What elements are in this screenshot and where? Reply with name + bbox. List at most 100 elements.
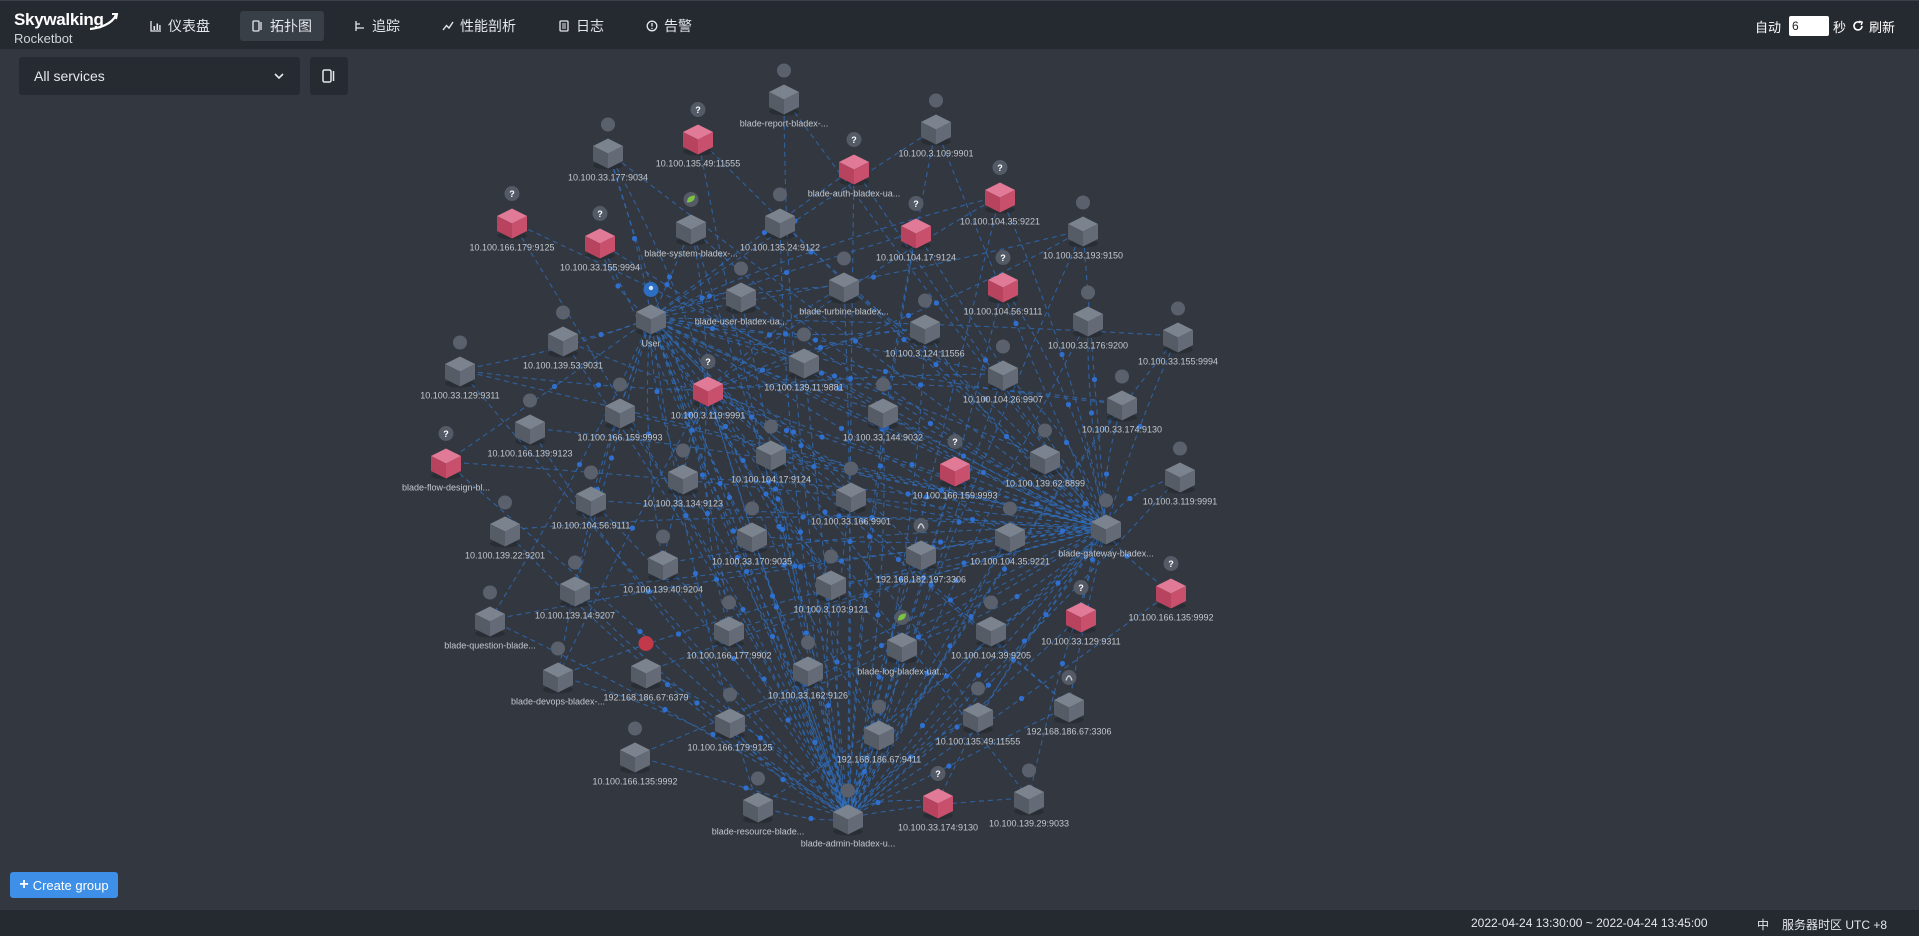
topology-node[interactable]: 10.100.166.139:9123 <box>487 393 573 459</box>
edge-call-dot[interactable] <box>790 429 797 435</box>
topology-node[interactable]: 10.100.139.29:9033 <box>989 763 1069 829</box>
topology-node[interactable]: ? 10.100.104.56:9111 <box>964 250 1043 317</box>
edge-call-dot[interactable] <box>817 344 824 351</box>
edge-call-dot[interactable] <box>722 423 729 430</box>
edge-call-dot[interactable] <box>595 382 602 388</box>
topology-edge[interactable] <box>1103 403 1123 529</box>
edge-call-dot[interactable] <box>1018 695 1025 702</box>
edge-call-dot[interactable] <box>919 722 926 729</box>
edge-call-dot[interactable] <box>699 472 706 478</box>
edge-call-dot[interactable] <box>1088 410 1095 416</box>
edge-call-dot[interactable] <box>803 630 809 636</box>
topology-node[interactable]: 10.100.33.144:9032 <box>843 377 923 443</box>
edge-call-dot[interactable] <box>776 523 782 530</box>
topology-node[interactable]: 10.100.104.56:9111 <box>552 465 631 531</box>
topology-node[interactable]: blade-admin-bladex-u... <box>801 783 896 849</box>
edge-call-dot[interactable] <box>1127 495 1133 502</box>
edge-call-dot[interactable] <box>875 612 881 618</box>
edge-call-dot[interactable] <box>1065 401 1072 408</box>
layout-toggle-button[interactable] <box>310 57 348 95</box>
edge-call-dot[interactable] <box>1091 376 1098 383</box>
time-range[interactable]: 2022-04-24 13:30:00 ~ 2022-04-24 13:45:0… <box>1471 916 1708 930</box>
edge-call-dot[interactable] <box>838 558 845 564</box>
topology-node[interactable]: 10.100.139.14:9207 <box>535 555 615 621</box>
edge-call-dot[interactable] <box>947 643 953 649</box>
edge-call-dot[interactable] <box>961 560 967 566</box>
service-select[interactable]: All services <box>19 57 300 95</box>
topology-edge[interactable] <box>707 373 1004 391</box>
edge-call-dot[interactable] <box>895 556 902 563</box>
edge-call-dot[interactable] <box>654 388 660 395</box>
edge-call-dot[interactable] <box>783 269 790 276</box>
edge-call-dot[interactable] <box>709 325 716 332</box>
edge-call-dot[interactable] <box>847 375 854 382</box>
edge-call-dot[interactable] <box>1014 593 1020 600</box>
edge-call-dot[interactable] <box>1059 351 1065 358</box>
edge-call-dot[interactable] <box>975 672 982 678</box>
topology-node[interactable]: 10.100.166.177:9902 <box>686 595 772 661</box>
edge-call-dot[interactable] <box>937 539 944 545</box>
edge-call-dot[interactable] <box>917 382 924 388</box>
edge-call-dot[interactable] <box>1063 439 1070 446</box>
topology-node[interactable]: 10.100.33.177:9034 <box>568 117 648 183</box>
edge-call-dot[interactable] <box>1034 501 1040 507</box>
topology-edge[interactable] <box>843 285 851 819</box>
topology-node[interactable]: ? 10.100.104.35:9221 <box>960 160 1040 227</box>
edge-call-dot[interactable] <box>933 361 939 368</box>
edge-call-dot[interactable] <box>551 383 558 390</box>
edge-call-dot[interactable] <box>863 592 869 599</box>
edge-call-dot[interactable] <box>761 676 767 682</box>
edge-call-dot[interactable] <box>637 628 643 635</box>
topology-node[interactable]: 10.100.139.53:9031 <box>523 305 603 371</box>
edge-call-dot[interactable] <box>905 312 912 319</box>
edge-call-dot[interactable] <box>743 568 750 575</box>
topology-node[interactable]: blade-report-bladex-... <box>740 63 829 129</box>
topology-node[interactable]: blade-system-bladex-... <box>644 192 738 259</box>
topology-node[interactable]: 10.100.3.109:9901 <box>898 93 974 159</box>
edge-call-dot[interactable] <box>1003 433 1010 440</box>
topology-node[interactable]: 10.100.166.159:9993 <box>577 377 663 443</box>
topology-node[interactable]: 192.168.186.67:6379 <box>603 636 689 703</box>
topology-node[interactable]: ? 10.100.166.179:9125 <box>469 186 555 253</box>
topology-node[interactable]: 10.100.3.124:11556 <box>885 293 965 359</box>
edge-call-dot[interactable] <box>927 420 934 427</box>
edge-call-dot[interactable] <box>946 763 952 769</box>
topology-node[interactable]: User <box>636 282 666 349</box>
topology-edge[interactable] <box>937 527 1107 803</box>
edge-call-dot[interactable] <box>870 274 877 280</box>
topology-node[interactable]: ? 10.100.135.49:11555 <box>656 102 740 169</box>
edge-call-dot[interactable] <box>629 525 636 531</box>
topology-node[interactable]: ? blade-auth-bladex-ua... <box>808 132 901 199</box>
topology-node[interactable]: 10.100.166.135:9992 <box>592 721 678 787</box>
edge-call-dot[interactable] <box>1013 320 1019 327</box>
edge-call-dot[interactable] <box>960 453 967 459</box>
edge-call-dot[interactable] <box>694 700 700 706</box>
edge-call-dot[interactable] <box>783 427 790 434</box>
edge-call-dot[interactable] <box>769 593 776 599</box>
edge-call-dot[interactable] <box>748 414 755 420</box>
edge-call-dot[interactable] <box>878 642 885 649</box>
edge-call-dot[interactable] <box>819 434 825 440</box>
edge-call-dot[interactable] <box>710 731 716 738</box>
edge-call-dot[interactable] <box>909 461 915 468</box>
edge-call-dot[interactable] <box>615 283 621 289</box>
edge-call-dot[interactable] <box>743 785 749 791</box>
edge-call-dot[interactable] <box>808 815 814 822</box>
edge-call-dot[interactable] <box>875 799 881 806</box>
edge-call-dot[interactable] <box>831 373 838 379</box>
edge-call-dot[interactable] <box>740 606 746 613</box>
edge-call-dot[interactable] <box>1082 500 1089 507</box>
language-toggle[interactable]: 中 <box>1757 916 1769 933</box>
edge-call-dot[interactable] <box>664 281 670 288</box>
edge-call-dot[interactable] <box>822 509 828 515</box>
create-group-button[interactable]: + Create group <box>10 872 118 898</box>
topology-edge[interactable] <box>619 411 849 819</box>
edge-call-dot[interactable] <box>882 368 889 375</box>
edge-call-dot[interactable] <box>726 494 733 501</box>
edge-call-dot[interactable] <box>769 633 776 640</box>
edge-call-dot[interactable] <box>664 681 671 688</box>
topology-node[interactable]: 10.100.166.179:9125 <box>687 687 773 753</box>
edge-call-dot[interactable] <box>704 510 711 517</box>
edge-call-dot[interactable] <box>785 717 791 723</box>
edge-call-dot[interactable] <box>812 337 819 343</box>
